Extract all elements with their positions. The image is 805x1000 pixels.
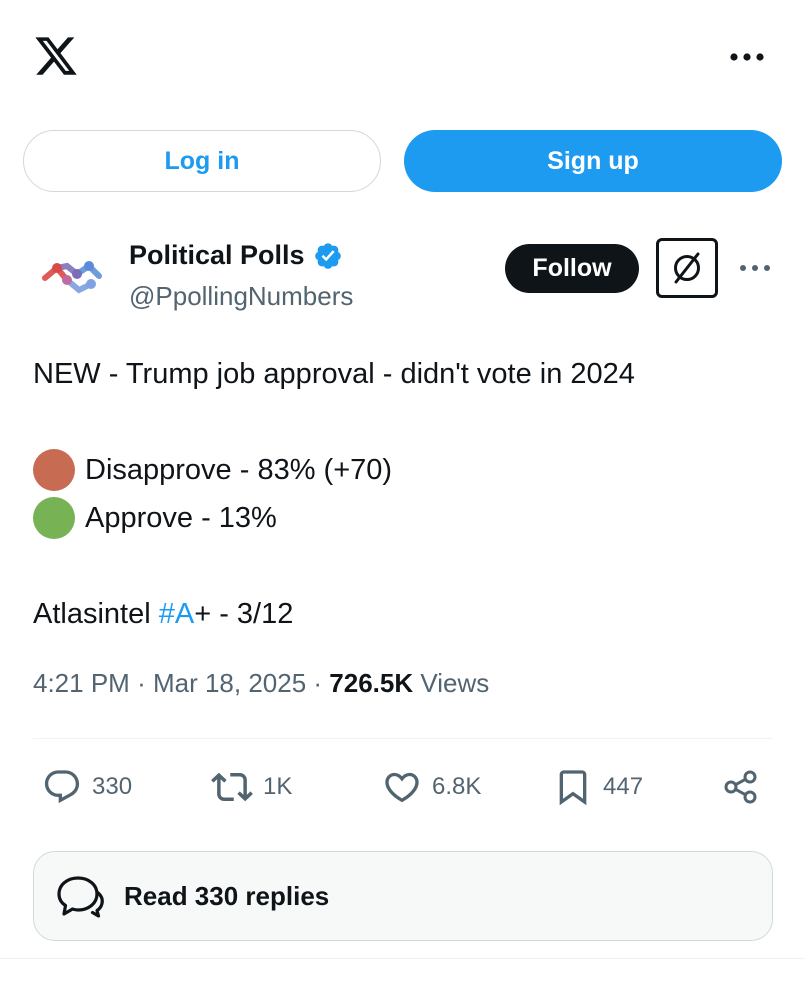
- repost-button[interactable]: 1K: [211, 766, 292, 808]
- views-count: 726.5K: [329, 668, 414, 698]
- source-line: Atlasintel #A + - 3/12: [33, 590, 773, 638]
- approve-text: Approve - 13%: [85, 502, 277, 534]
- bookmark-icon: [559, 770, 587, 806]
- author-handle[interactable]: @PpollingNumbers: [129, 281, 353, 312]
- views-label: Views: [420, 668, 490, 698]
- approve-line: Approve - 13%: [33, 494, 773, 542]
- author-name[interactable]: Political Polls: [129, 240, 305, 271]
- avatar[interactable]: [33, 240, 113, 320]
- like-icon: [385, 772, 419, 803]
- login-button[interactable]: Log in: [23, 130, 381, 192]
- green-circle-emoji: [33, 497, 75, 539]
- divider: [33, 738, 773, 739]
- source-suffix: + - 3/12: [194, 598, 294, 630]
- author-name-row[interactable]: Political Polls: [129, 240, 343, 271]
- disapprove-text: Disapprove - 83% (+70): [85, 454, 393, 486]
- like-count: 6.8K: [432, 773, 482, 800]
- source-prefix: Atlasintel: [33, 598, 159, 630]
- bookmark-count: 447: [603, 773, 644, 800]
- tweet-meta: 4:21 PM · Mar 18, 2025 · 726.5K Views: [33, 668, 490, 698]
- share-icon: [724, 770, 757, 804]
- like-button[interactable]: 6.8K: [382, 766, 481, 808]
- reply-icon: [44, 770, 80, 804]
- hashtag-link[interactable]: #A: [159, 590, 194, 638]
- read-replies-button[interactable]: Read 330 replies: [33, 851, 773, 941]
- orange-circle-emoji: [33, 449, 75, 491]
- disapprove-line: Disapprove - 83% (+70): [33, 446, 773, 494]
- tweet-page: Log in Sign up Political Polls @Ppolling…: [0, 0, 805, 1000]
- repost-count: 1K: [263, 773, 293, 800]
- reply-button[interactable]: 330: [42, 766, 132, 808]
- signup-button[interactable]: Sign up: [404, 130, 782, 192]
- reply-count: 330: [92, 773, 133, 800]
- tweet-text: NEW - Trump job approval - didn't vote i…: [33, 350, 773, 638]
- follow-button[interactable]: Follow: [505, 244, 639, 293]
- tweet-headline: NEW - Trump job approval - didn't vote i…: [33, 358, 635, 390]
- more-icon[interactable]: [729, 52, 765, 62]
- share-button[interactable]: [721, 766, 761, 808]
- chat-bubbles-icon: [57, 876, 104, 918]
- grok-icon: [674, 252, 700, 284]
- tweet-time[interactable]: 4:21 PM: [33, 668, 130, 698]
- tweet-date[interactable]: Mar 18, 2025: [153, 668, 306, 698]
- grok-button[interactable]: [656, 238, 718, 298]
- bookmark-button[interactable]: 447: [553, 766, 643, 808]
- x-logo-icon[interactable]: [33, 33, 79, 79]
- post-more-icon[interactable]: [739, 264, 771, 272]
- repost-icon: [211, 772, 253, 802]
- verified-badge-icon: [314, 242, 341, 269]
- read-replies-label: Read 330 replies: [124, 880, 330, 911]
- bottom-divider: [0, 958, 805, 959]
